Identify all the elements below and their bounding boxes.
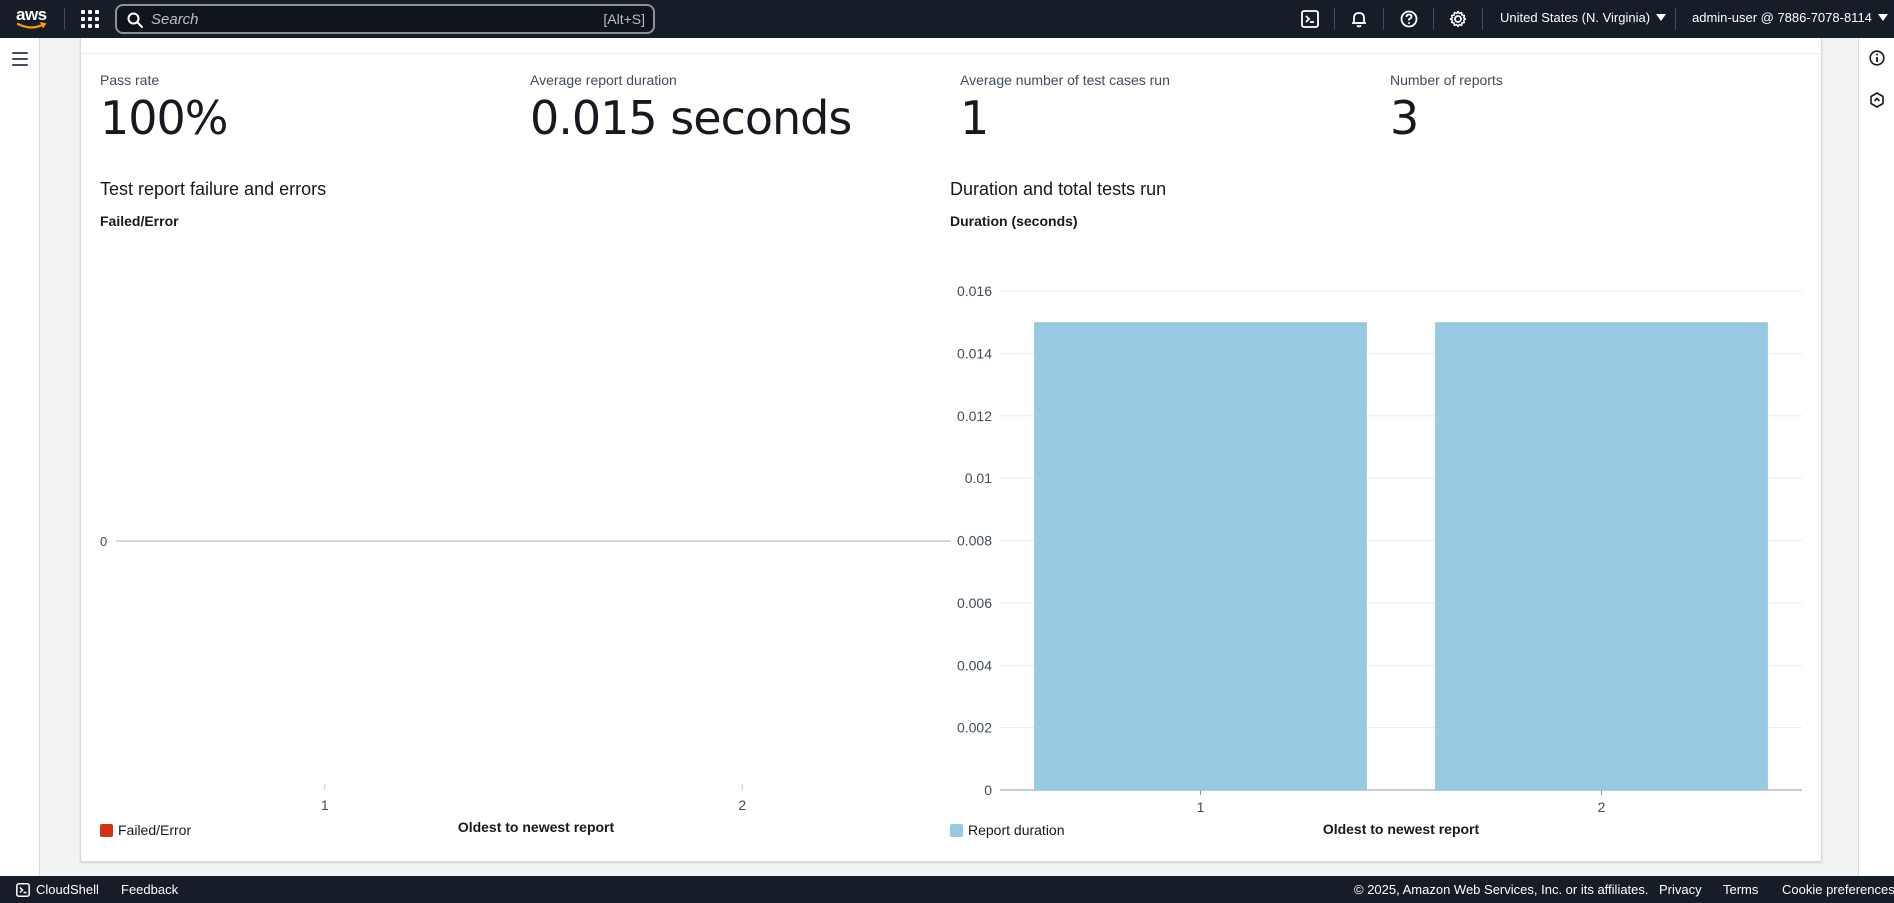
nav-divider xyxy=(1675,8,1676,30)
legend-label: Report duration xyxy=(968,822,1065,838)
search-input[interactable] xyxy=(151,10,551,28)
services-menu-icon[interactable] xyxy=(80,9,100,29)
metric-value: 1 xyxy=(960,91,989,145)
search-shortcut: [Alt+S] xyxy=(603,11,645,27)
privacy-link[interactable]: Privacy xyxy=(1659,882,1702,897)
x-tick-label: 2 xyxy=(738,797,746,813)
y-tick-label: 0.002 xyxy=(957,720,992,736)
y-tick-label: 0.012 xyxy=(957,408,992,424)
x-tick-label: 1 xyxy=(321,797,329,813)
legend-failed-error[interactable]: Failed/Error xyxy=(100,822,191,838)
left-rail xyxy=(0,38,40,876)
gear-icon[interactable] xyxy=(1447,8,1469,30)
y-tick-label: 0.006 xyxy=(957,595,992,611)
y-tick-label: 0 xyxy=(984,782,992,798)
caret-down-icon xyxy=(1656,14,1667,21)
y-tick-label: 0.014 xyxy=(957,345,992,361)
menu-icon[interactable] xyxy=(12,52,28,66)
y-tick-label: 0.01 xyxy=(965,470,992,486)
nav-divider xyxy=(1383,8,1384,30)
cloudshell-link[interactable]: CloudShell xyxy=(16,882,99,897)
aws-logo[interactable]: aws xyxy=(16,6,50,32)
copyright: © 2025, Amazon Web Services, Inc. or its… xyxy=(1354,882,1649,897)
help-icon[interactable] xyxy=(1398,8,1420,30)
y-tick-label: 0.016 xyxy=(957,283,992,299)
nav-divider xyxy=(1433,8,1434,30)
metric-pass-rate: Pass rate 100% xyxy=(100,72,229,146)
region-label: United States (N. Virginia) xyxy=(1500,10,1651,25)
metric-value: 3 xyxy=(1390,91,1419,145)
info-icon[interactable] xyxy=(1869,50,1885,66)
nav-divider xyxy=(64,8,65,30)
y-tick-label: 0.008 xyxy=(957,533,992,549)
y-tick-label: 0.004 xyxy=(957,657,992,673)
bell-icon[interactable] xyxy=(1348,8,1370,30)
search-box[interactable]: [Alt+S] xyxy=(115,4,655,34)
caret-down-icon xyxy=(1877,14,1888,21)
metric-number-of-reports: Number of reports 3 xyxy=(1390,72,1503,146)
legend-report-duration[interactable]: Report duration xyxy=(950,822,1065,838)
metric-value: 100% xyxy=(100,91,229,145)
bar-report-duration xyxy=(1034,322,1367,790)
hexagon-icon[interactable] xyxy=(1869,92,1885,108)
cloudshell-icon xyxy=(16,882,30,897)
nav-divider xyxy=(1482,8,1483,30)
bar-report-duration xyxy=(1435,322,1768,790)
metric-label: Number of reports xyxy=(1390,72,1503,88)
chart-ylabel: Duration (seconds) xyxy=(950,213,1078,229)
nav-divider xyxy=(1334,8,1335,30)
y-tick-label: 0 xyxy=(100,534,107,549)
metric-label: Average number of test cases run xyxy=(960,72,1170,88)
terms-link[interactable]: Terms xyxy=(1723,882,1758,897)
metric-value: 0.015 seconds xyxy=(530,91,852,145)
legend-swatch xyxy=(100,823,113,837)
search-icon xyxy=(127,12,143,28)
cookie-preferences-link[interactable]: Cookie preferences xyxy=(1782,882,1894,897)
cloudshell-icon[interactable] xyxy=(1299,8,1321,30)
metric-avg-duration: Average report duration 0.015 seconds xyxy=(530,72,852,146)
duration-chart: 0 0.002 0.004 0.006 0.008 0.01 0.012 0.014 0.016… xyxy=(957,283,1802,837)
x-axis-label: Oldest to newest report xyxy=(458,819,615,835)
legend-swatch xyxy=(950,823,963,837)
account-label: admin-user @ 7886-7078-8114 xyxy=(1692,10,1872,25)
feedback-link[interactable]: Feedback xyxy=(121,882,178,897)
region-selector[interactable]: United States (N. Virginia) xyxy=(1500,10,1667,25)
legend-label: Failed/Error xyxy=(118,822,192,838)
x-tick-label: 1 xyxy=(1197,799,1205,815)
metric-label: Pass rate xyxy=(100,72,160,88)
x-axis-label: Oldest to newest report xyxy=(1323,821,1480,837)
footer: CloudShell Feedback © 2025, Amazon Web S… xyxy=(0,876,1894,903)
chart-ylabel: Failed/Error xyxy=(100,213,179,229)
right-rail xyxy=(1858,38,1894,876)
metric-avg-test-cases: Average number of test cases run 1 xyxy=(960,72,1170,146)
chart-title: Duration and total tests run xyxy=(950,179,1167,199)
aws-smile-icon xyxy=(17,22,47,29)
x-tick-label: 2 xyxy=(1598,799,1606,815)
test-report-panel: Pass rate 100% Average report duration 0… xyxy=(80,38,1822,862)
failure-errors-chart: 0 1 2 Oldest to newest report xyxy=(100,534,951,835)
chart-title: Test report failure and errors xyxy=(100,179,327,199)
metric-label: Average report duration xyxy=(530,72,677,88)
top-navigation: aws [Alt+S] United States (N. Virginia) xyxy=(0,0,1894,38)
account-menu[interactable]: admin-user @ 7886-7078-8114 xyxy=(1692,10,1888,25)
